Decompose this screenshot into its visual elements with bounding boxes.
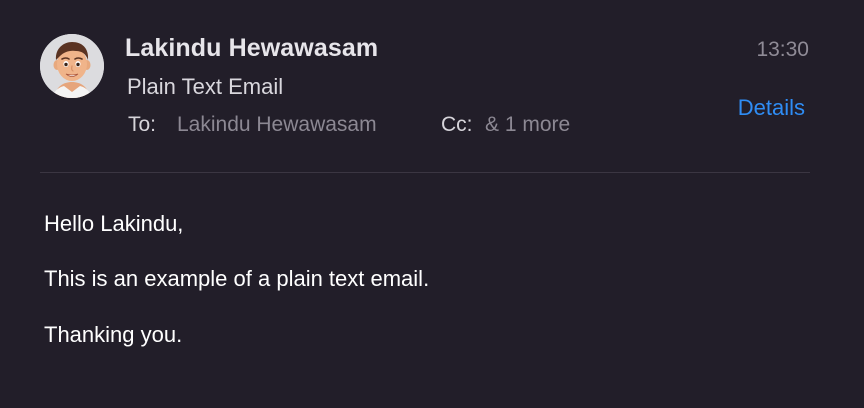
- email-body-text: This is an example of a plain text email…: [44, 266, 430, 291]
- to-label: To:: [128, 113, 157, 136]
- message-time: 13:30: [756, 38, 809, 61]
- details-link[interactable]: Details: [738, 95, 805, 121]
- email-message-view: Lakindu Hewawasam 13:30 Plain Text Email…: [0, 0, 864, 408]
- header-divider: [40, 172, 810, 173]
- memoji-avatar-icon: [40, 34, 104, 98]
- cc-more-recipients[interactable]: & 1 more: [485, 113, 570, 137]
- sender-avatar[interactable]: [40, 34, 104, 98]
- sender-name[interactable]: Lakindu Hewawasam: [125, 34, 378, 63]
- email-body-greeting: Hello Lakindu,: [44, 211, 184, 236]
- to-recipient[interactable]: Lakindu Hewawasam: [177, 113, 377, 137]
- email-body-signoff: Thanking you.: [44, 322, 183, 347]
- email-subject: Plain Text Email: [127, 74, 284, 99]
- cc-label: Cc:: [441, 113, 473, 136]
